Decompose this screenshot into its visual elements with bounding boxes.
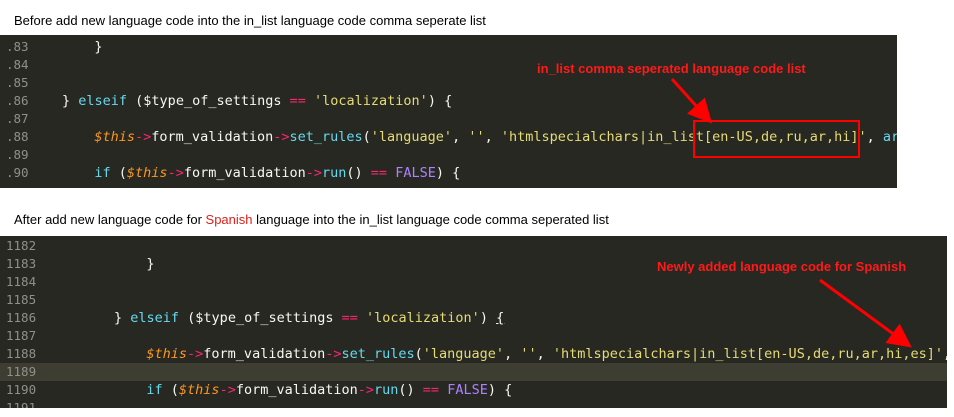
- annotation-arrows: [670, 77, 912, 348]
- arrow-before: [670, 77, 713, 124]
- arrow-after: [819, 278, 912, 348]
